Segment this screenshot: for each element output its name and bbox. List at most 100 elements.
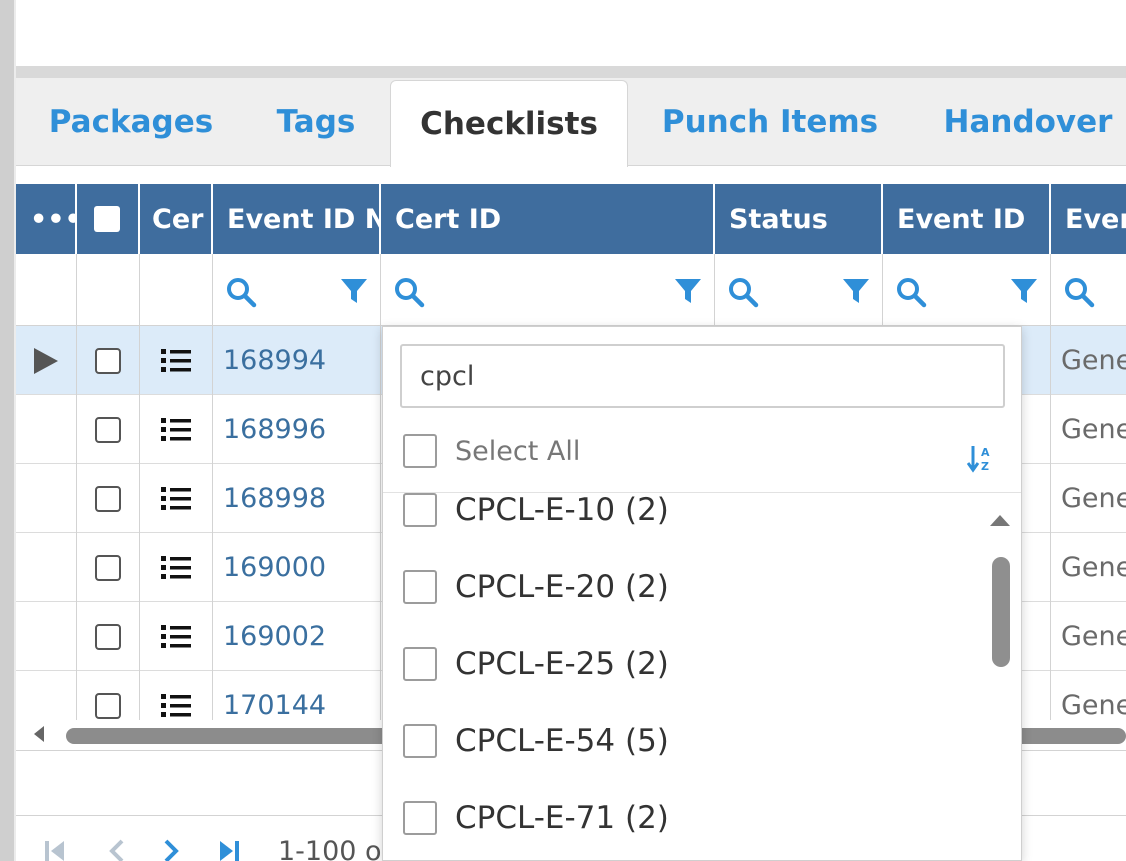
row-checkbox[interactable] (95, 416, 121, 443)
filter-options-list: CPCL-E-10 (2) CPCL-E-20 (2) CPCL-E-25 (2… (383, 493, 1021, 860)
first-page-icon[interactable] (42, 838, 68, 861)
page-range-text: 1-100 o (278, 836, 382, 861)
cert-id-filter-popup: cpcl Select All A Z CPCL-E-10 (2) CPCL-E… (382, 326, 1022, 861)
event-type-cell: Gene (1061, 483, 1126, 514)
filter-cell-status (715, 254, 883, 326)
vertical-scrollbar[interactable] (985, 493, 1015, 860)
scroll-up-icon[interactable] (990, 515, 1010, 526)
header-event-id[interactable]: Event ID (883, 184, 1051, 254)
last-page-icon[interactable] (216, 838, 242, 861)
filter-row (16, 254, 1126, 326)
option-label: CPCL-E-10 (2) (455, 493, 669, 528)
filter-icon[interactable] (1009, 276, 1039, 306)
option-checkbox[interactable] (403, 493, 437, 527)
tab-checklists[interactable]: Checklists (390, 80, 628, 167)
select-all-checkbox[interactable] (403, 434, 437, 468)
column-menu-header[interactable]: ••• (16, 184, 77, 254)
header-select-all-checkbox[interactable] (94, 206, 120, 232)
search-icon[interactable] (727, 276, 759, 308)
option-checkbox[interactable] (403, 801, 437, 835)
option-checkbox[interactable] (403, 724, 437, 758)
vertical-scroll-thumb[interactable] (992, 557, 1010, 667)
option-label: CPCL-E-54 (5) (455, 723, 669, 759)
tab-tags[interactable]: Tags (256, 78, 376, 166)
row-select-cell (77, 395, 140, 464)
event-type-cell: Gene (1061, 690, 1126, 720)
row-indicator (16, 326, 77, 395)
filter-cell-empty (16, 254, 77, 326)
filter-option[interactable]: CPCL-E-20 (2) (403, 562, 669, 612)
event-type-cell: Gene (1061, 414, 1126, 445)
filter-cell-empty (140, 254, 213, 326)
row-details-cell (140, 671, 213, 720)
select-all-header[interactable] (77, 184, 140, 254)
filter-option[interactable]: CPCL-E-25 (2) (403, 639, 669, 689)
event-id-cell: 169002 (213, 602, 381, 671)
row-select-cell (77, 602, 140, 671)
more-icon: ••• (30, 203, 77, 235)
row-indicator (16, 395, 77, 464)
header-status[interactable]: Status (715, 184, 883, 254)
tab-packages[interactable]: Packages (26, 78, 236, 166)
header-event-id-n[interactable]: Event ID N (213, 184, 381, 254)
row-checkbox[interactable] (95, 623, 121, 650)
row-select-cell (77, 326, 140, 395)
select-all-option[interactable]: Select All (403, 431, 580, 471)
header-cert[interactable]: Cer (140, 184, 213, 254)
filter-icon[interactable] (339, 276, 369, 306)
header-event-last[interactable]: Even (1051, 184, 1126, 254)
filter-icon[interactable] (673, 276, 703, 306)
option-checkbox[interactable] (403, 647, 437, 681)
row-details-cell (140, 395, 213, 464)
row-details-cell (140, 602, 213, 671)
option-checkbox[interactable] (403, 570, 437, 604)
top-divider (16, 66, 1126, 78)
search-icon[interactable] (393, 276, 425, 308)
event-id-cell: 168994 (213, 326, 381, 395)
event-id-cell: 170144 (213, 671, 381, 720)
row-indicator (16, 671, 77, 720)
svg-text:Z: Z (981, 460, 989, 473)
list-icon[interactable] (160, 692, 192, 720)
event-type-cell: Gene (1061, 345, 1126, 376)
row-checkbox[interactable] (95, 554, 121, 581)
previous-page-icon[interactable] (104, 838, 130, 861)
scroll-left-icon[interactable] (34, 726, 44, 742)
list-icon[interactable] (160, 554, 192, 582)
header-cert-id[interactable]: Cert ID (381, 184, 715, 254)
filter-cell-event-id-n (213, 254, 381, 326)
row-checkbox[interactable] (95, 692, 121, 719)
filter-icon[interactable] (841, 276, 871, 306)
row-details-cell (140, 464, 213, 533)
event-type-cell: Gene (1061, 552, 1126, 583)
filter-cell-event-last (1051, 254, 1126, 326)
option-label: CPCL-E-20 (2) (455, 569, 669, 605)
next-page-icon[interactable] (158, 838, 184, 861)
tab-bar: Packages Tags Checklists Punch Items Han… (16, 78, 1126, 167)
option-label: CPCL-E-25 (2) (455, 646, 669, 682)
row-indicator (16, 602, 77, 671)
event-id-cell: 169000 (213, 533, 381, 602)
sort-az-icon[interactable]: A Z (967, 443, 995, 473)
filter-cell-event-id (883, 254, 1051, 326)
list-icon[interactable] (160, 623, 192, 651)
event-id-cell: 168996 (213, 395, 381, 464)
list-icon[interactable] (160, 416, 192, 444)
filter-option[interactable]: CPCL-E-54 (5) (403, 716, 669, 766)
search-icon[interactable] (1063, 276, 1095, 308)
search-icon[interactable] (225, 276, 257, 308)
filter-option[interactable]: CPCL-E-71 (2) (403, 793, 669, 843)
tab-punch-items[interactable]: Punch Items (648, 78, 892, 166)
list-icon[interactable] (160, 347, 192, 375)
tab-handover[interactable]: Handover (928, 78, 1126, 166)
row-indicator (16, 533, 77, 602)
filter-search-input[interactable]: cpcl (400, 344, 1005, 408)
row-checkbox[interactable] (95, 347, 121, 374)
list-icon[interactable] (160, 485, 192, 513)
search-icon[interactable] (895, 276, 927, 308)
filter-option[interactable]: CPCL-E-10 (2) (403, 493, 669, 535)
row-details-cell (140, 533, 213, 602)
row-checkbox[interactable] (95, 485, 121, 512)
row-details-cell (140, 326, 213, 395)
filter-cell-empty (77, 254, 140, 326)
